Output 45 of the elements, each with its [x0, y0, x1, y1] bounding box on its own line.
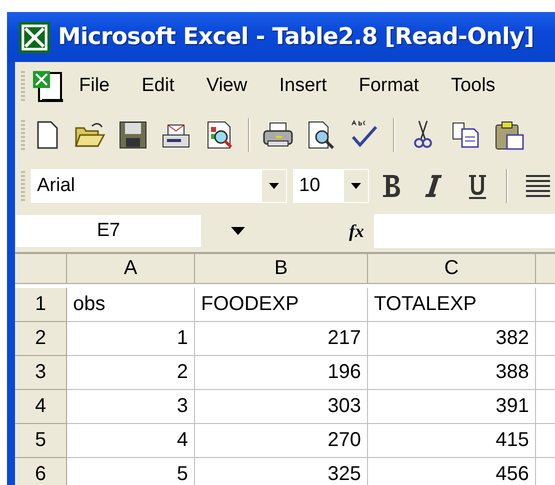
menu-item[interactable]: Edit [142, 75, 174, 97]
table-cell: 5 [67, 458, 195, 485]
window-title: Microsoft Excel - Table2.8 [Read-Only] [58, 24, 534, 50]
table-cell: 388 [368, 356, 536, 390]
table-cell: 415 [368, 424, 536, 458]
row-header[interactable]: 3 [15, 356, 67, 390]
dropdown-arrow-icon [268, 182, 280, 190]
row-header[interactable]: 1 [15, 288, 67, 322]
font-size-dropdown[interactable]: 10 [293, 169, 369, 203]
menu-item[interactable]: Tools [450, 75, 496, 97]
column-header[interactable]: A [67, 254, 195, 284]
table-cell: 1 [67, 322, 195, 356]
name-box[interactable]: E7 [16, 215, 201, 247]
spreadsheet-document-icon[interactable] [31, 69, 65, 103]
table-cell: FOODEXP [195, 288, 368, 322]
menu-item[interactable]: Format [358, 75, 419, 97]
table-cell: TOTALEXP [368, 288, 536, 322]
formula-input-field[interactable] [374, 214, 555, 248]
font-dropdown[interactable]: Arial [31, 169, 287, 203]
row-header[interactable]: 5 [15, 424, 67, 458]
column-header[interactable]: C [368, 254, 536, 284]
table-cell: 325 [195, 458, 368, 485]
paste-icon[interactable] [493, 119, 525, 151]
dropdown-arrow-icon[interactable] [231, 227, 245, 235]
table-cell: 456 [368, 458, 536, 485]
table-cell: 270 [195, 424, 368, 458]
menu-item[interactable]: File [79, 75, 110, 97]
column-header[interactable]: B [195, 254, 368, 284]
table-cell: 217 [195, 322, 368, 356]
row-header[interactable]: 2 [15, 322, 67, 356]
dropdown-arrow-icon [350, 182, 362, 190]
table-cell: 382 [368, 322, 536, 356]
row-header[interactable]: 6 [15, 458, 67, 485]
table-cell: 196 [195, 356, 368, 390]
excel-logo-icon [19, 22, 50, 52]
table-cell: 2 [67, 356, 195, 390]
table-cell: 391 [368, 390, 536, 424]
table-cell: 3 [67, 390, 195, 424]
row-header[interactable]: 4 [15, 390, 67, 424]
menu-item[interactable]: View [206, 75, 248, 97]
table-cell: 4 [67, 424, 195, 458]
table-cell: obs [67, 288, 195, 322]
menu-item[interactable]: Insert [279, 75, 327, 97]
insert-function-label[interactable]: fx [349, 220, 364, 242]
table-cell: 303 [195, 390, 368, 424]
